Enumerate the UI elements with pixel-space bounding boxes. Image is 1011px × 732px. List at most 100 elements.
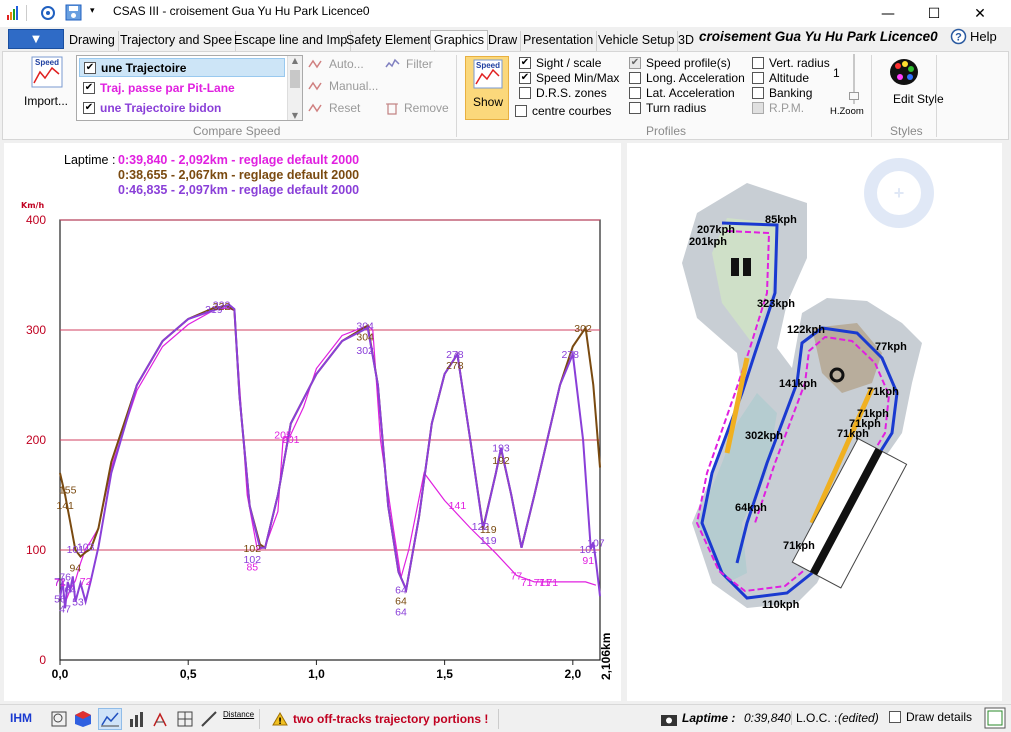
list-item[interactable]: ✔ une Trajectoire bidon: [79, 98, 285, 117]
grid-marker: [731, 258, 739, 276]
group-separator: [871, 55, 872, 137]
camera-icon[interactable]: [660, 710, 678, 728]
track-map[interactable]: + 207kph 201kph 85kph 323kph 122kph 77kp…: [627, 143, 1002, 701]
checkbox-checked[interactable]: ✔: [84, 61, 96, 74]
data-label: 141: [56, 500, 74, 512]
scroll-thumb[interactable]: [290, 70, 300, 88]
list-item[interactable]: ✔ une Trajectoire: [79, 58, 285, 77]
speed-chart[interactable]: 0 100 200 300 400 0,0 0,5 1,0 1,5 2,0 2,106km 155 14…: [4, 143, 621, 701]
checkbox-checked[interactable]: ✔: [83, 101, 95, 114]
hzoom-label: H.Zoom: [830, 106, 864, 117]
auto-button[interactable]: Auto...: [308, 57, 364, 71]
list-item[interactable]: ✔ Traj. passe par Pit-Lane: [79, 78, 285, 97]
tab-escape-line[interactable]: Escape line and Imp: [231, 31, 352, 51]
data-label: 302: [574, 323, 592, 335]
y-tick-label: 0: [39, 653, 46, 667]
checkbox-checked[interactable]: ✔: [83, 81, 95, 94]
drs-zones-checkbox[interactable]: D.R.S. zones: [519, 85, 619, 100]
draw-details-checkbox[interactable]: Draw details: [889, 710, 972, 724]
speed-minmax-checkbox[interactable]: ✔ Speed Min/Max: [519, 70, 619, 85]
track-map-panel[interactable]: + 207kph 201kph 85kph 323kph 122kph 77kp…: [627, 143, 1002, 701]
data-label: 278: [446, 360, 464, 372]
scroll-up-icon[interactable]: ▲: [288, 56, 302, 65]
import-button[interactable]: Speed Import...: [19, 56, 69, 112]
sight-scale-checkbox[interactable]: ✔ Sight / scale: [519, 55, 619, 70]
tab-draw[interactable]: Draw: [485, 31, 522, 51]
manual-button[interactable]: Manual...: [308, 79, 378, 93]
tab-vehicle-setup[interactable]: Vehicle Setup: [595, 31, 679, 51]
slider-thumb[interactable]: [849, 92, 859, 100]
flag-icon[interactable]: [152, 710, 170, 728]
wave-icon: [308, 81, 322, 91]
close-button[interactable]: ✕: [957, 0, 1003, 27]
banking-checkbox[interactable]: Banking: [752, 85, 830, 100]
data-label: 91: [582, 555, 594, 567]
tab-3d[interactable]: 3D: [675, 31, 697, 51]
warning-icon: !: [272, 712, 288, 726]
warning-panel: ! two off-tracks trajectory portions !: [259, 709, 499, 729]
palette-icon: [890, 59, 918, 85]
speed-label: 141kph: [779, 378, 817, 390]
distance-tool[interactable]: Distance: [223, 710, 254, 719]
speed-profiles-checkbox[interactable]: ✔ Speed profile(s): [629, 55, 745, 70]
bar-chart-icon[interactable]: [128, 710, 146, 728]
maximize-button[interactable]: ☐: [911, 0, 957, 27]
data-label: 72: [80, 576, 92, 588]
zoom-tool-icon[interactable]: [50, 710, 68, 728]
remove-button[interactable]: Remove: [385, 101, 449, 115]
3d-cube-icon[interactable]: [74, 710, 92, 728]
data-label: 119: [480, 535, 497, 547]
measure-icon[interactable]: [200, 710, 218, 728]
settings-icon[interactable]: [40, 5, 56, 21]
quick-access-dropdown-icon[interactable]: ▾: [90, 6, 95, 16]
file-menu-button[interactable]: ▼: [8, 29, 64, 49]
laptime-status-label: Laptime :: [682, 711, 736, 725]
hzoom-slider[interactable]: [849, 54, 859, 106]
data-label: 53: [72, 597, 84, 609]
tab-trajectory[interactable]: Trajectory and Spee: [117, 31, 237, 51]
minimize-button[interactable]: —: [865, 0, 911, 27]
tab-graphics[interactable]: Graphics: [430, 30, 489, 50]
vert-radius-checkbox[interactable]: Vert. radius: [752, 55, 830, 70]
tab-presentation[interactable]: Presentation: [520, 31, 598, 51]
show-button[interactable]: Speed Show: [465, 56, 509, 120]
data-label: 47: [59, 603, 71, 615]
loc-label: L.O.C. :: [791, 711, 837, 725]
rpm-checkbox[interactable]: R.P.M.: [752, 100, 830, 115]
tab-safety-element[interactable]: Safety Element: [343, 31, 435, 51]
layout-icon[interactable]: [984, 707, 1006, 729]
scroll-down-icon[interactable]: ▼: [288, 111, 302, 120]
data-label: 304: [356, 332, 374, 344]
turn-radius-checkbox[interactable]: Turn radius: [629, 100, 745, 115]
speed-graph-toggle[interactable]: [98, 708, 122, 730]
help-button[interactable]: ? Help: [950, 28, 997, 45]
edit-style-button[interactable]: Edit Style: [881, 56, 944, 120]
filter-button[interactable]: Filter: [385, 57, 433, 71]
options-group-1: ✔ Sight / scale ✔ Speed Min/Max D.R.S. zon…: [519, 55, 619, 100]
long-acceleration-checkbox[interactable]: Long. Acceleration: [629, 70, 745, 85]
tab-drawing[interactable]: Drawing: [66, 31, 119, 51]
data-label: 103: [77, 542, 95, 554]
list-scrollbar[interactable]: ▲ ▼: [287, 56, 302, 120]
draw-details-label: Draw details: [906, 710, 973, 724]
x-tick-label: 1,0: [308, 667, 325, 681]
grid-chart-icon[interactable]: [176, 710, 194, 728]
speed-label: 302kph: [745, 430, 783, 442]
ribbon-tab-bar: ▼ Drawing Trajectory and Spee Escape lin…: [0, 27, 1011, 51]
centre-courbes-checkbox[interactable]: centre courbes: [515, 104, 611, 118]
app-icon: [7, 6, 18, 20]
zoom-value: 1: [833, 66, 840, 80]
data-label: 141: [449, 500, 467, 512]
trajectory-label: Traj. passe par Pit-Lane: [100, 80, 235, 95]
checkbox-unchecked[interactable]: [889, 711, 901, 723]
data-label: 102: [244, 554, 262, 566]
trajectory-list[interactable]: ✔ une Trajectoire ✔ Traj. passe par Pit-…: [76, 55, 303, 121]
altitude-checkbox[interactable]: Altitude: [752, 70, 830, 85]
speed-label: 77kph: [875, 341, 907, 353]
title-separator: [26, 5, 27, 21]
data-label: 64: [64, 585, 76, 597]
reset-button[interactable]: Reset: [308, 101, 360, 115]
lat-acceleration-checkbox[interactable]: Lat. Acceleration: [629, 85, 745, 100]
svg-text:!: !: [278, 717, 282, 726]
save-icon[interactable]: [65, 4, 82, 21]
